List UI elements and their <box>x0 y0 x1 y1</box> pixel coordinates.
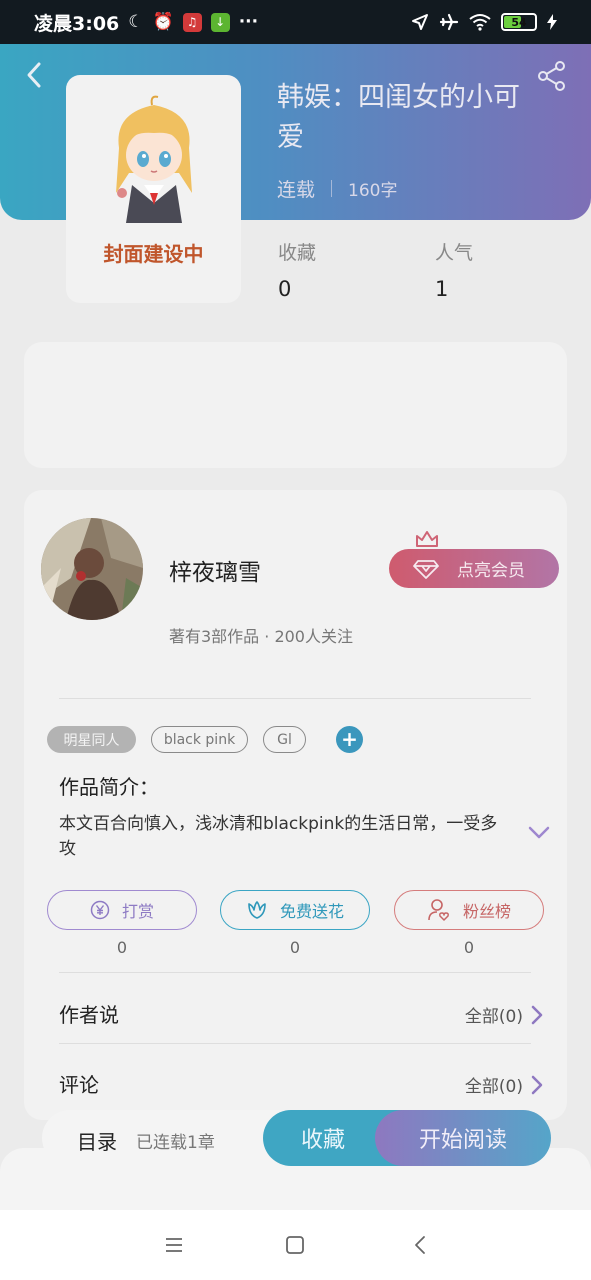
author-says-title: 作者说 <box>59 1003 119 1027</box>
charging-icon <box>547 14 557 30</box>
comments-more-link[interactable]: 全部(0) <box>465 1072 543 1097</box>
crown-icon <box>416 531 438 547</box>
divider <box>59 1043 531 1044</box>
menu-nav-button[interactable] <box>159 1230 189 1260</box>
stat-value: 0 <box>278 277 292 301</box>
author-stats: 著有3部作品 · 200人关注 <box>169 627 353 646</box>
download-app-icon: ↓ <box>210 12 230 32</box>
anime-girl-placeholder-image <box>116 95 192 223</box>
alarm-icon: ⏰ <box>152 12 174 32</box>
stat-label: 收藏 <box>278 242 317 264</box>
divider <box>59 972 531 973</box>
fans-ranking-button[interactable]: 粉丝榜 <box>394 890 544 930</box>
airplane-icon <box>439 13 459 31</box>
book-meta: 连载 160字 <box>277 175 397 202</box>
reward-button[interactable]: 打赏 <box>47 890 197 930</box>
home-nav-button[interactable] <box>280 1230 310 1260</box>
reward-label: 打赏 <box>121 902 154 921</box>
chapter-status: 已连载1章 <box>136 1133 215 1153</box>
square-home-icon <box>286 1236 304 1254</box>
share-button[interactable] <box>536 60 568 92</box>
vip-membership-button[interactable]: 点亮会员 <box>389 549 559 588</box>
chevron-right-icon <box>531 1005 543 1024</box>
author-avatar[interactable] <box>41 518 143 620</box>
location-icon <box>412 14 428 30</box>
netease-app-icon: ♫ <box>182 12 202 32</box>
chevron-right-icon <box>531 1075 543 1094</box>
flower-count: 0 <box>289 938 301 957</box>
empty-card <box>24 342 567 468</box>
vip-button-label: 点亮会员 <box>457 561 525 581</box>
reward-count: 0 <box>116 938 128 957</box>
comments-title: 评论 <box>59 1073 99 1097</box>
comments-count: 全部(0) <box>464 1077 523 1097</box>
intro-title: 作品简介： <box>59 775 159 799</box>
back-button[interactable] <box>20 60 50 90</box>
more-dots-icon: ··· <box>238 12 259 32</box>
moon-icon: ☾ <box>128 12 144 32</box>
book-word-count: 160字 <box>348 181 398 201</box>
wifi-icon <box>469 14 491 31</box>
send-flower-button[interactable]: 免费送花 <box>220 890 370 930</box>
fans-ranking-label: 粉丝榜 <box>462 902 511 921</box>
menu-icon <box>166 1238 182 1252</box>
book-title: 韩娱：四闺女的小可爱 <box>277 82 520 153</box>
book-cover[interactable]: 封面建设中 <box>66 75 241 303</box>
stat-value: 1 <box>435 277 449 301</box>
send-flower-label: 免费送花 <box>279 902 344 921</box>
fans-count: 0 <box>463 938 475 957</box>
divider <box>59 698 531 699</box>
stat-label: 人气 <box>435 242 474 264</box>
add-tag-button[interactable]: + <box>336 726 363 753</box>
author-says-count: 全部(0) <box>464 1007 523 1027</box>
author-says-more-link[interactable]: 全部(0) <box>465 1002 543 1027</box>
cover-placeholder-text: 封面建设中 <box>103 242 204 266</box>
avatar-image <box>41 518 143 620</box>
battery-level: 54 <box>511 15 527 29</box>
book-status: 连载 <box>277 179 316 201</box>
tag-item[interactable]: 明星同人 <box>47 726 136 753</box>
status-time: 凌晨3:06 <box>34 12 120 35</box>
status-bar: 凌晨3:06 ☾ ⏰ ♫ ↓ ··· 54 <box>0 0 591 44</box>
start-reading-button[interactable]: 开始阅读 <box>375 1110 551 1166</box>
chevron-down-icon[interactable] <box>528 826 550 840</box>
user-heart-icon <box>428 899 449 921</box>
stat-favorites: 收藏 0 <box>278 238 316 301</box>
share-icon <box>538 61 565 91</box>
stat-popularity: 人气 1 <box>435 238 473 301</box>
tag-item[interactable]: Gl <box>263 726 306 753</box>
back-nav-button[interactable] <box>405 1230 435 1260</box>
back-triangle-icon <box>415 1236 425 1254</box>
diamond-icon <box>413 559 439 579</box>
tag-item[interactable]: black pink <box>151 726 248 753</box>
table-of-contents-button[interactable]: 目录 <box>77 1126 117 1155</box>
intro-text: 本文百合向慎入，浅冰清和blackpink的生活日常，一受多攻 <box>59 814 498 859</box>
author-name[interactable]: 梓夜璃雪 <box>169 553 261 587</box>
battery-icon: 54 <box>501 13 537 31</box>
flower-icon <box>248 901 266 919</box>
meta-divider <box>331 180 333 197</box>
chevron-left-icon <box>27 62 41 88</box>
yen-coin-icon <box>90 900 110 920</box>
